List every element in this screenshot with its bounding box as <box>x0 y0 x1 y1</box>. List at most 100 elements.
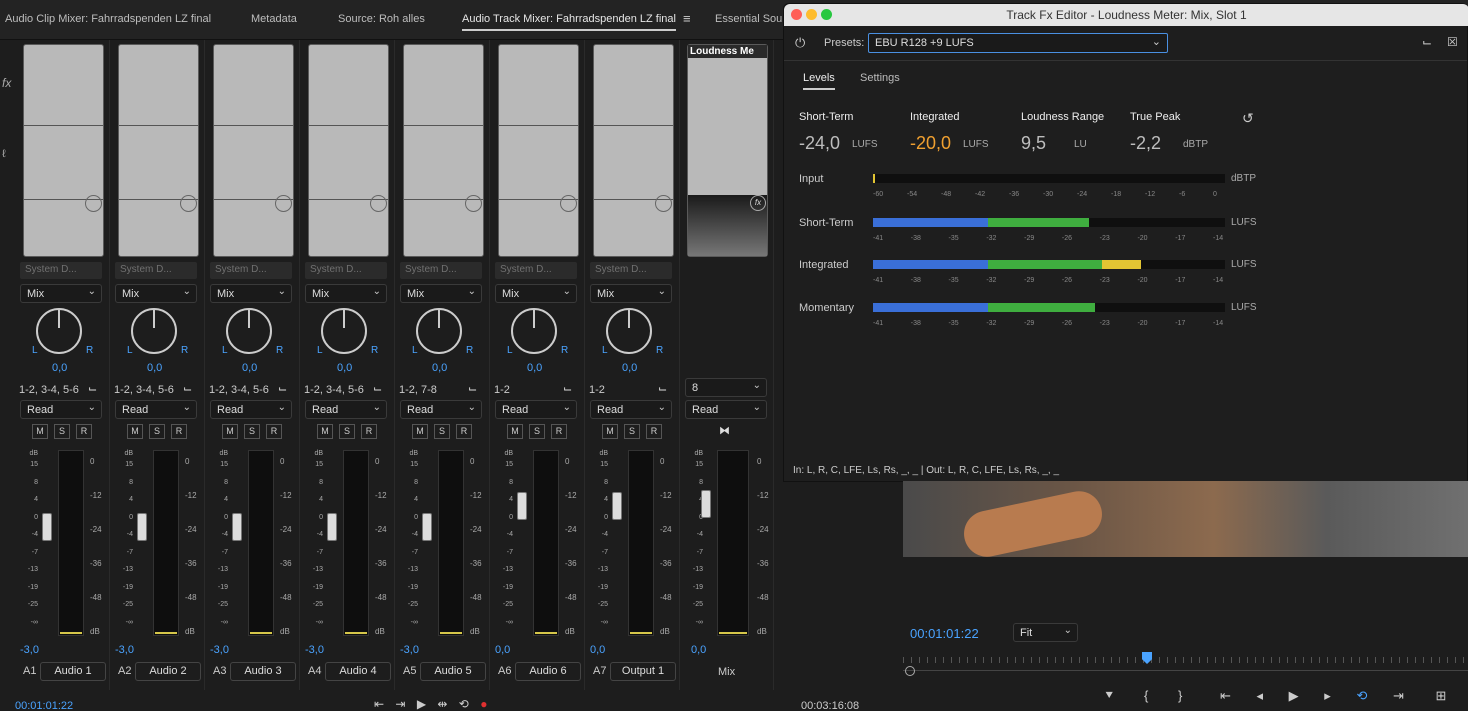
zoom-handle[interactable] <box>905 666 915 676</box>
pan-knob[interactable] <box>511 308 557 354</box>
mute-button[interactable]: M <box>222 424 238 439</box>
reset-icon[interactable]: ↺ <box>1242 110 1254 127</box>
track-name[interactable]: Audio 4 <box>325 662 391 681</box>
play-icon[interactable]: ▶ <box>1289 688 1299 703</box>
volume-value[interactable]: -3,0 <box>20 644 39 656</box>
loop-icon[interactable]: ⟲ <box>459 697 469 711</box>
add-marker-icon[interactable]: ⯆ <box>1104 688 1114 703</box>
tab-levels[interactable]: Levels <box>803 72 835 90</box>
sends-icon[interactable]: ℓ <box>2 148 6 160</box>
mute-button[interactable]: M <box>602 424 618 439</box>
minimize-window-button[interactable] <box>806 9 817 20</box>
fx-slot-circle-icon[interactable] <box>275 195 292 212</box>
solo-button[interactable]: S <box>54 424 70 439</box>
solo-button[interactable]: S <box>624 424 640 439</box>
solo-button[interactable]: S <box>244 424 260 439</box>
track-name[interactable]: Audio 6 <box>515 662 581 681</box>
mute-button[interactable]: M <box>317 424 333 439</box>
volume-fader[interactable] <box>517 492 527 520</box>
volume-value[interactable]: 0,0 <box>590 644 605 656</box>
mute-button[interactable]: M <box>412 424 428 439</box>
track-name[interactable]: Audio 5 <box>420 662 486 681</box>
send-select[interactable]: System D... <box>210 262 292 279</box>
timeline-ruler[interactable] <box>903 657 1468 663</box>
automation-select[interactable]: Read ⌄ <box>20 400 102 419</box>
mark-in-icon[interactable]: { <box>1144 688 1148 703</box>
step-forward-icon[interactable]: ▸ <box>1324 688 1331 703</box>
volume-fader[interactable] <box>422 513 432 541</box>
send-mix-select[interactable]: Mix ⌄ <box>495 284 577 303</box>
volume-value[interactable]: -3,0 <box>400 644 419 656</box>
close-panel-icon[interactable]: ☒ <box>1447 35 1458 49</box>
close-window-button[interactable] <box>791 9 802 20</box>
track-routing[interactable]: 1-2 <box>494 384 510 396</box>
tab-source[interactable]: Source: Roh alles <box>338 13 425 25</box>
pan-knob[interactable] <box>36 308 82 354</box>
play-in-to-out-icon[interactable]: ⇹ <box>437 697 447 711</box>
fx-rack[interactable] <box>23 44 104 257</box>
record-arm-button[interactable]: R <box>361 424 377 439</box>
volume-value[interactable]: 0,0 <box>495 644 510 656</box>
send-mix-select[interactable]: Mix ⌄ <box>400 284 482 303</box>
record-arm-button[interactable]: R <box>76 424 92 439</box>
go-to-in-icon[interactable]: ⇤ <box>1220 688 1231 703</box>
mute-button[interactable]: M <box>127 424 143 439</box>
track-routing[interactable]: 1-2, 3-4, 5-6 <box>209 384 269 396</box>
record-arm-button[interactable]: R <box>456 424 472 439</box>
pan-value[interactable]: 0,0 <box>147 362 162 374</box>
routing-icon[interactable]: ⌙ <box>88 382 97 395</box>
volume-fader[interactable] <box>232 513 242 541</box>
track-name[interactable]: Audio 2 <box>135 662 201 681</box>
track-name[interactable]: Audio 1 <box>40 662 106 681</box>
record-arm-button[interactable]: R <box>171 424 187 439</box>
tab-audio-track-mixer[interactable]: Audio Track Mixer: Fahrradspenden LZ fin… <box>462 13 676 31</box>
loudness-meter-slot[interactable]: Loudness Me <box>688 45 767 58</box>
send-mix-select[interactable]: Mix ⌄ <box>210 284 292 303</box>
track-name[interactable]: Output 1 <box>610 662 676 681</box>
mark-out-icon[interactable]: } <box>1178 688 1182 703</box>
volume-fader[interactable] <box>327 513 337 541</box>
volume-value[interactable]: -3,0 <box>210 644 229 656</box>
program-timecode[interactable]: 00:01:01:22 <box>910 626 979 641</box>
volume-fader[interactable] <box>612 492 622 520</box>
send-select[interactable]: System D... <box>115 262 197 279</box>
pan-value[interactable]: 0,0 <box>242 362 257 374</box>
pan-knob[interactable] <box>416 308 462 354</box>
solo-button[interactable]: S <box>434 424 450 439</box>
routing-icon[interactable]: ⌙ <box>658 382 667 395</box>
master-output-select[interactable]: 8 ⌄ <box>685 378 767 397</box>
tab-metadata[interactable]: Metadata <box>251 13 297 25</box>
fx-rack[interactable] <box>498 44 579 257</box>
go-to-in-icon[interactable]: ⇤ <box>374 697 384 711</box>
fx-rack[interactable] <box>213 44 294 257</box>
mute-button[interactable]: M <box>32 424 48 439</box>
send-select[interactable]: System D... <box>305 262 387 279</box>
pan-knob[interactable] <box>226 308 272 354</box>
tab-settings[interactable]: Settings <box>860 72 900 84</box>
fx-slot-circle-icon[interactable] <box>85 195 102 212</box>
fx-slot-circle-icon[interactable] <box>180 195 197 212</box>
pan-value[interactable]: 0,0 <box>52 362 67 374</box>
mixer-timecode[interactable]: 00:01:01:22 <box>15 700 73 711</box>
track-routing[interactable]: 1-2, 3-4, 5-6 <box>304 384 364 396</box>
pan-knob[interactable] <box>131 308 177 354</box>
fx-rack[interactable] <box>308 44 389 257</box>
pan-value[interactable]: 0,0 <box>432 362 447 374</box>
fx-icon[interactable]: fx <box>2 76 11 90</box>
routing-icon[interactable]: ⌙ <box>278 382 287 395</box>
master-fx-rack[interactable]: Loudness Me fx <box>687 44 768 257</box>
fx-slot-circle-icon[interactable] <box>465 195 482 212</box>
solo-button[interactable]: S <box>339 424 355 439</box>
automation-select[interactable]: Read ⌄ <box>400 400 482 419</box>
send-select[interactable]: System D... <box>590 262 672 279</box>
mute-button[interactable]: M <box>507 424 523 439</box>
fx-slot-circle-icon[interactable] <box>655 195 672 212</box>
send-select[interactable]: System D... <box>20 262 102 279</box>
volume-value[interactable]: -3,0 <box>115 644 134 656</box>
scrub-track[interactable] <box>903 670 1468 671</box>
record-icon[interactable]: ● <box>480 697 487 711</box>
play-icon[interactable]: ▶ <box>417 697 426 711</box>
pan-value[interactable]: 0,0 <box>622 362 637 374</box>
send-select[interactable]: System D... <box>400 262 482 279</box>
routing-icon[interactable]: ⌙ <box>468 382 477 395</box>
